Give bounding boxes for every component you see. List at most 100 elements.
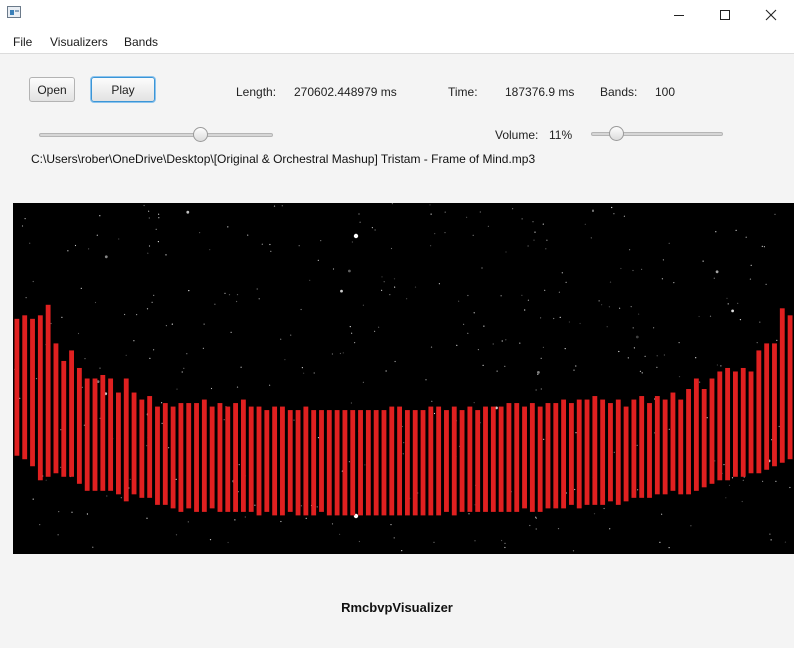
spectrum-bar xyxy=(334,410,340,516)
minimize-button[interactable] xyxy=(656,0,702,30)
spectrum-bar xyxy=(69,350,74,477)
menu-bar: File Visualizers Bands xyxy=(0,30,794,54)
spectrum-bar xyxy=(592,396,598,505)
spectrum-bar xyxy=(217,403,223,512)
spectrum-bar xyxy=(693,378,699,491)
spectrum-bar xyxy=(108,378,114,491)
spectrum-bar xyxy=(22,315,28,460)
spectrum-bar xyxy=(100,374,106,491)
spectrum-bar xyxy=(123,378,129,502)
spectrum-bar xyxy=(647,403,652,498)
spectrum-bar xyxy=(287,410,293,512)
starfield-background xyxy=(14,203,791,552)
spectrum-bar xyxy=(608,403,613,502)
spectrum-bar xyxy=(725,367,731,481)
spectrum-bar xyxy=(529,403,535,512)
spectrum-bar xyxy=(615,399,621,505)
spectrum-bar xyxy=(678,399,684,495)
seek-slider-track xyxy=(39,133,273,137)
volume-label: Volume: xyxy=(495,128,539,142)
spectrum-bar xyxy=(475,410,481,512)
spectrum-bar xyxy=(248,406,254,512)
spectrum-bar xyxy=(436,406,442,516)
visualizer-canvas xyxy=(13,203,794,554)
spectrum-bar xyxy=(45,304,51,477)
spectrum-bar xyxy=(342,410,348,516)
spectrum-bar xyxy=(194,403,199,512)
spectrum-bar xyxy=(748,371,754,474)
close-button[interactable] xyxy=(748,0,794,30)
spectrum-bar xyxy=(116,392,121,495)
spectrum-bars xyxy=(14,304,793,516)
spectrum-bar xyxy=(319,410,324,512)
bands-label: Bands: xyxy=(600,85,638,99)
length-value: 270602.448979 ms xyxy=(294,85,397,99)
menu-bands[interactable]: Bands xyxy=(124,35,158,49)
open-button[interactable]: Open xyxy=(29,77,75,102)
spectrum-bar xyxy=(537,406,543,512)
spectrum-bar xyxy=(412,410,418,516)
spectrum-bar xyxy=(498,406,504,512)
spectrum-bar xyxy=(576,399,582,509)
spectrum-bar xyxy=(779,308,785,463)
volume-slider-thumb[interactable] xyxy=(608,126,624,141)
spectrum-bar xyxy=(545,403,551,509)
spectrum-bar xyxy=(61,360,67,477)
spectrum-bar xyxy=(600,399,606,505)
spectrum-bar xyxy=(84,378,90,491)
spectrum-bar xyxy=(733,371,738,477)
spectrum-bar xyxy=(92,378,98,491)
spectrum-bar xyxy=(686,389,691,495)
spectrum-bar xyxy=(451,406,457,516)
spectrum-bar xyxy=(709,378,715,484)
spectrum-bar xyxy=(256,406,262,516)
visualizer-name-label: RmcbvpVisualizer xyxy=(341,600,453,615)
spectrum-bar xyxy=(764,343,770,470)
spectrum-bar xyxy=(381,410,387,516)
spectrum-bar xyxy=(639,396,645,498)
seek-slider[interactable] xyxy=(39,127,273,143)
play-button[interactable]: Play xyxy=(91,77,155,102)
menu-file[interactable]: File xyxy=(13,35,32,49)
spectrum-bar xyxy=(280,406,285,516)
spectrum-bar xyxy=(162,403,168,505)
menu-visualizers[interactable]: Visualizers xyxy=(50,35,108,49)
spectrum-bar xyxy=(326,410,332,516)
spectrum-bar xyxy=(428,406,434,516)
spectrum-bar xyxy=(490,406,496,512)
spectrum-bar xyxy=(358,410,363,516)
spectrum-bar xyxy=(623,406,629,502)
seek-slider-thumb[interactable] xyxy=(193,127,209,142)
time-value: 187376.9 ms xyxy=(505,85,575,99)
spectrum-bar xyxy=(373,410,379,516)
spectrum-bar xyxy=(139,399,145,498)
spectrum-bar xyxy=(717,371,723,481)
spectrum-bar xyxy=(584,399,590,505)
visualizer-svg xyxy=(13,203,794,554)
spectrum-bar xyxy=(483,406,488,512)
minimize-icon xyxy=(674,15,684,16)
spectrum-bar xyxy=(155,406,160,505)
spectrum-bar xyxy=(76,367,82,484)
spectrum-bar xyxy=(514,403,520,512)
spectrum-bar xyxy=(225,406,231,512)
length-label: Length: xyxy=(236,85,277,99)
spectrum-bar xyxy=(30,318,35,467)
title-bar xyxy=(0,0,794,30)
spectrum-bar xyxy=(444,410,449,512)
spectrum-bar xyxy=(209,406,215,509)
spectrum-bar xyxy=(14,318,20,456)
volume-slider[interactable] xyxy=(591,126,723,142)
spectrum-bar xyxy=(506,403,512,512)
maximize-icon xyxy=(720,10,730,20)
spectrum-bar xyxy=(654,396,660,495)
maximize-button[interactable] xyxy=(702,0,748,30)
spectrum-bar xyxy=(311,410,317,516)
spectrum-bar xyxy=(350,410,356,516)
file-path-label: C:\Users\rober\OneDrive\Desktop\[Origina… xyxy=(31,152,536,166)
close-icon xyxy=(765,9,777,21)
spectrum-bar xyxy=(365,410,371,516)
spectrum-bar xyxy=(740,367,746,477)
spectrum-bar xyxy=(701,389,707,488)
spectrum-bar xyxy=(53,343,59,474)
